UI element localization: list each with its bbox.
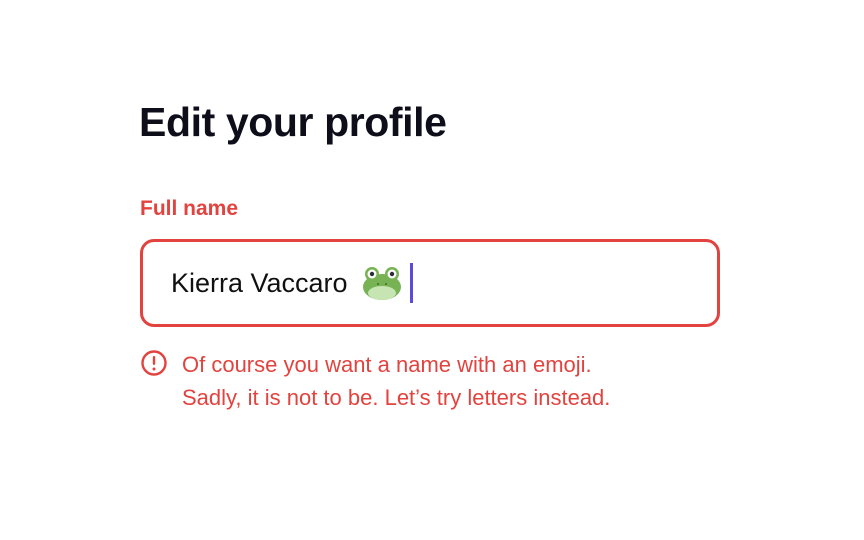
- page-title: Edit your profile: [139, 99, 447, 145]
- frog-face-icon: [362, 264, 402, 302]
- full-name-value: Kierra Vaccaro: [171, 268, 348, 298]
- error-text-line-2: Sadly, it is not to be. Let’s try letter…: [182, 385, 611, 410]
- full-name-input[interactable]: Kierra Vaccaro: [140, 239, 720, 327]
- error-text-line-1: Of course you want a name with an emoji.: [182, 352, 592, 377]
- alert-circle-icon: [140, 349, 168, 377]
- text-caret: [409, 263, 413, 303]
- error-message: Of course you want a name with an emoji.…: [140, 348, 610, 414]
- edit-profile-page: Edit your profile Full name Kierra Vacca…: [0, 0, 864, 540]
- error-text: Of course you want a name with an emoji.…: [182, 348, 610, 414]
- full-name-label: Full name: [140, 197, 239, 220]
